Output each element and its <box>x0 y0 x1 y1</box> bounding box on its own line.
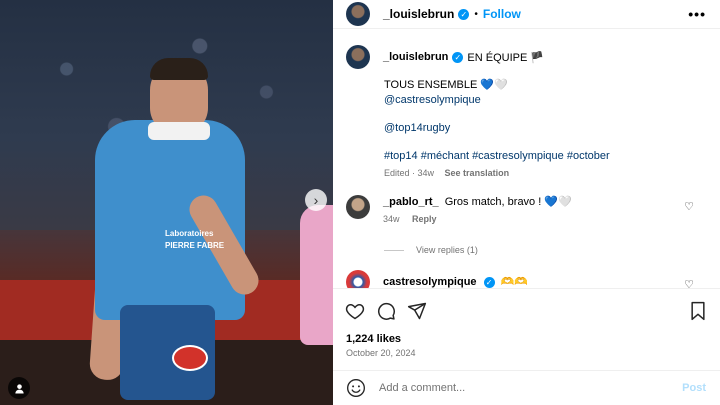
user-tag-button[interactable] <box>8 377 30 399</box>
caption-body: TOUS ENSEMBLE 💙🤍 @castresolympique @top1… <box>384 78 704 181</box>
header-username[interactable]: _louislebrun <box>383 7 454 21</box>
comment-item: castresolympique ✓ 🫶🫶 ♡ <box>346 270 706 288</box>
follow-button[interactable]: Follow <box>483 7 521 21</box>
bookmark-icon <box>691 301 705 321</box>
verified-badge-icon: ✓ <box>452 51 464 63</box>
header-separator: • <box>474 8 478 20</box>
post-date: October 20, 2024 <box>346 348 416 358</box>
reply-button[interactable]: Reply <box>412 214 437 224</box>
post-photo[interactable]: Laboratoires PIERRE FABRE › <box>0 0 333 405</box>
shorts-logo <box>172 345 208 371</box>
avatar[interactable] <box>346 195 370 219</box>
comment-bubble-icon <box>378 302 395 320</box>
hashtags[interactable]: #top14 #méchant #castresolympique #octob… <box>384 149 704 164</box>
action-bar <box>333 288 720 333</box>
chevron-right-icon: › <box>313 192 319 208</box>
view-replies-label: View replies (1) <box>416 245 478 255</box>
heart-icon <box>345 303 365 320</box>
comment-composer: Add a comment... Post <box>333 370 720 405</box>
verified-badge-icon: ✓ <box>483 276 495 288</box>
caption-line: TOUS ENSEMBLE 💙🤍 <box>384 79 508 91</box>
see-translation-link[interactable]: See translation <box>445 168 510 178</box>
player-collar <box>148 122 210 140</box>
verified-badge-icon: ✓ <box>458 8 470 20</box>
likes-count[interactable]: 1,224 likes <box>346 333 401 345</box>
avatar[interactable] <box>346 270 370 288</box>
post-header: _louislebrun ✓ • Follow ••• <box>333 0 720 29</box>
caption: _louislebrun ✓ EN ÉQUIPE 🏴 TOUS ENSEMBLE… <box>346 45 706 178</box>
avatar[interactable] <box>346 45 370 69</box>
smiley-icon[interactable] <box>346 378 366 398</box>
replies-divider <box>384 249 404 251</box>
post-details-panel: _louislebrun ✓ • Follow ••• _louislebrun… <box>333 0 720 405</box>
comment-button[interactable] <box>375 300 397 322</box>
save-button[interactable] <box>687 300 709 322</box>
jersey-sponsor-text: Laboratoires PIERRE FABRE <box>165 229 225 250</box>
mention-link[interactable]: @top14rugby <box>384 121 704 136</box>
edited-timestamp: Edited · 34w <box>384 168 435 178</box>
caption-suffix: EN ÉQUIPE 🏴 <box>467 51 545 64</box>
comment-age: 34w <box>383 214 400 224</box>
comment-item: _pablo_rt_ Gros match, bravo ! 💙🤍 34w Re… <box>346 195 706 224</box>
comment-heart-icon[interactable]: ♡ <box>684 278 694 288</box>
comment-username[interactable]: castresolympique <box>383 276 477 288</box>
next-image-button[interactable]: › <box>305 189 327 211</box>
comment-text: 🫶🫶 <box>500 276 529 288</box>
user-tag-icon <box>14 383 24 394</box>
mention-link[interactable]: @castresolympique <box>384 93 704 108</box>
like-button[interactable] <box>344 300 366 322</box>
player-hair <box>150 58 208 80</box>
avatar[interactable] <box>346 2 370 26</box>
share-button[interactable] <box>406 300 428 322</box>
view-replies[interactable]: View replies (1) <box>384 245 478 255</box>
paper-plane-icon <box>407 302 427 320</box>
opponent-player <box>300 205 333 345</box>
comment-heart-icon[interactable]: ♡ <box>684 200 694 213</box>
comment-username[interactable]: _pablo_rt_ <box>383 196 439 208</box>
more-options-icon[interactable]: ••• <box>688 6 706 22</box>
caption-username[interactable]: _louislebrun <box>383 51 448 63</box>
post-button[interactable]: Post <box>682 382 706 394</box>
comment-text: Gros match, bravo ! 💙🤍 <box>444 196 572 208</box>
comment-input[interactable]: Add a comment... <box>379 382 682 394</box>
